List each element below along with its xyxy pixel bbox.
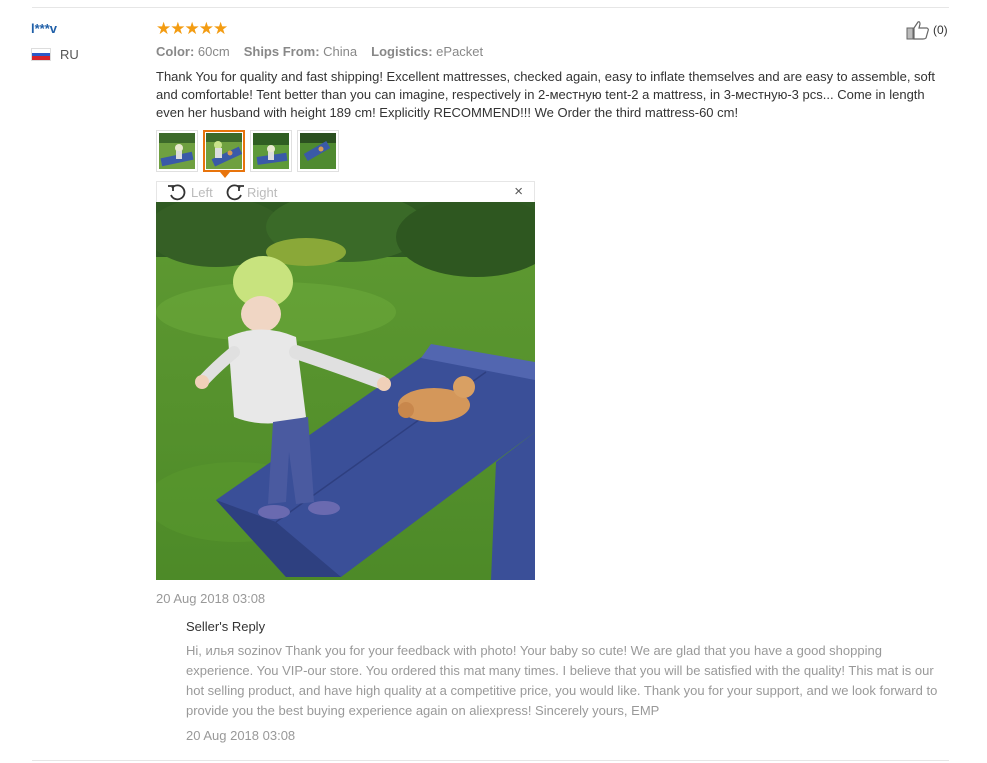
reviewer-name[interactable]: l***v [31, 21, 57, 36]
photo-thumbnail[interactable] [297, 130, 339, 172]
review-photo [156, 202, 535, 580]
order-attributes: Color: 60cm Ships From: China Logistics:… [156, 44, 483, 59]
photo-thumbnail-image [159, 133, 195, 169]
rotate-right-icon [226, 184, 244, 201]
star-rating: ★★★★★ [156, 19, 228, 38]
attr-color-value: 60cm [197, 44, 230, 59]
photo-thumbnail[interactable] [250, 130, 292, 172]
close-viewer-button[interactable]: × [514, 183, 523, 200]
attr-color: Color: 60cm [156, 44, 230, 59]
attr-logistics-label: Logistics: [371, 44, 433, 59]
bottom-divider [32, 760, 949, 761]
review-text: Thank You for quality and fast shipping!… [156, 69, 935, 120]
seller-reply-text: Hi, илья sozinov Thank you for your feed… [186, 643, 938, 718]
attr-logistics-value: ePacket [436, 44, 484, 59]
review-date: 20 Aug 2018 03:08 [156, 591, 266, 606]
top-divider [32, 7, 949, 8]
helpful-count: (0) [933, 23, 948, 37]
photo-thumbnail[interactable] [156, 130, 198, 172]
rotate-right-label: Right [247, 184, 278, 200]
photo-viewer-toolbar: Left Right × [156, 181, 535, 202]
rotate-right-button[interactable]: Right [223, 183, 277, 201]
photo-thumbnail-image [300, 133, 336, 169]
photo-thumbnail-active[interactable] [203, 130, 245, 178]
rotate-left-button[interactable]: Left [167, 183, 213, 201]
rotate-left-icon [168, 184, 186, 201]
photo-thumbnails [156, 130, 339, 178]
photo-thumbnail-image [253, 133, 289, 169]
seller-reply-title: Seller's Reply [186, 619, 266, 634]
country-code: RU [60, 47, 79, 62]
photo-thumbnail-image [206, 133, 242, 169]
attr-ships-from-label: Ships From: [243, 44, 320, 59]
helpful-button[interactable]: (0) [906, 20, 948, 40]
attr-ships-from: Ships From: China [244, 44, 357, 59]
reviewer-country: RU [31, 47, 79, 62]
attr-ships-from-value: China [323, 44, 358, 59]
russia-flag-icon [31, 48, 51, 61]
seller-reply-date: 20 Aug 2018 03:08 [186, 728, 296, 743]
thumbs-up-icon [906, 21, 929, 40]
rotate-left-label: Left [191, 184, 213, 200]
attr-color-label: Color: [156, 44, 195, 59]
attr-logistics: Logistics: ePacket [371, 44, 483, 59]
